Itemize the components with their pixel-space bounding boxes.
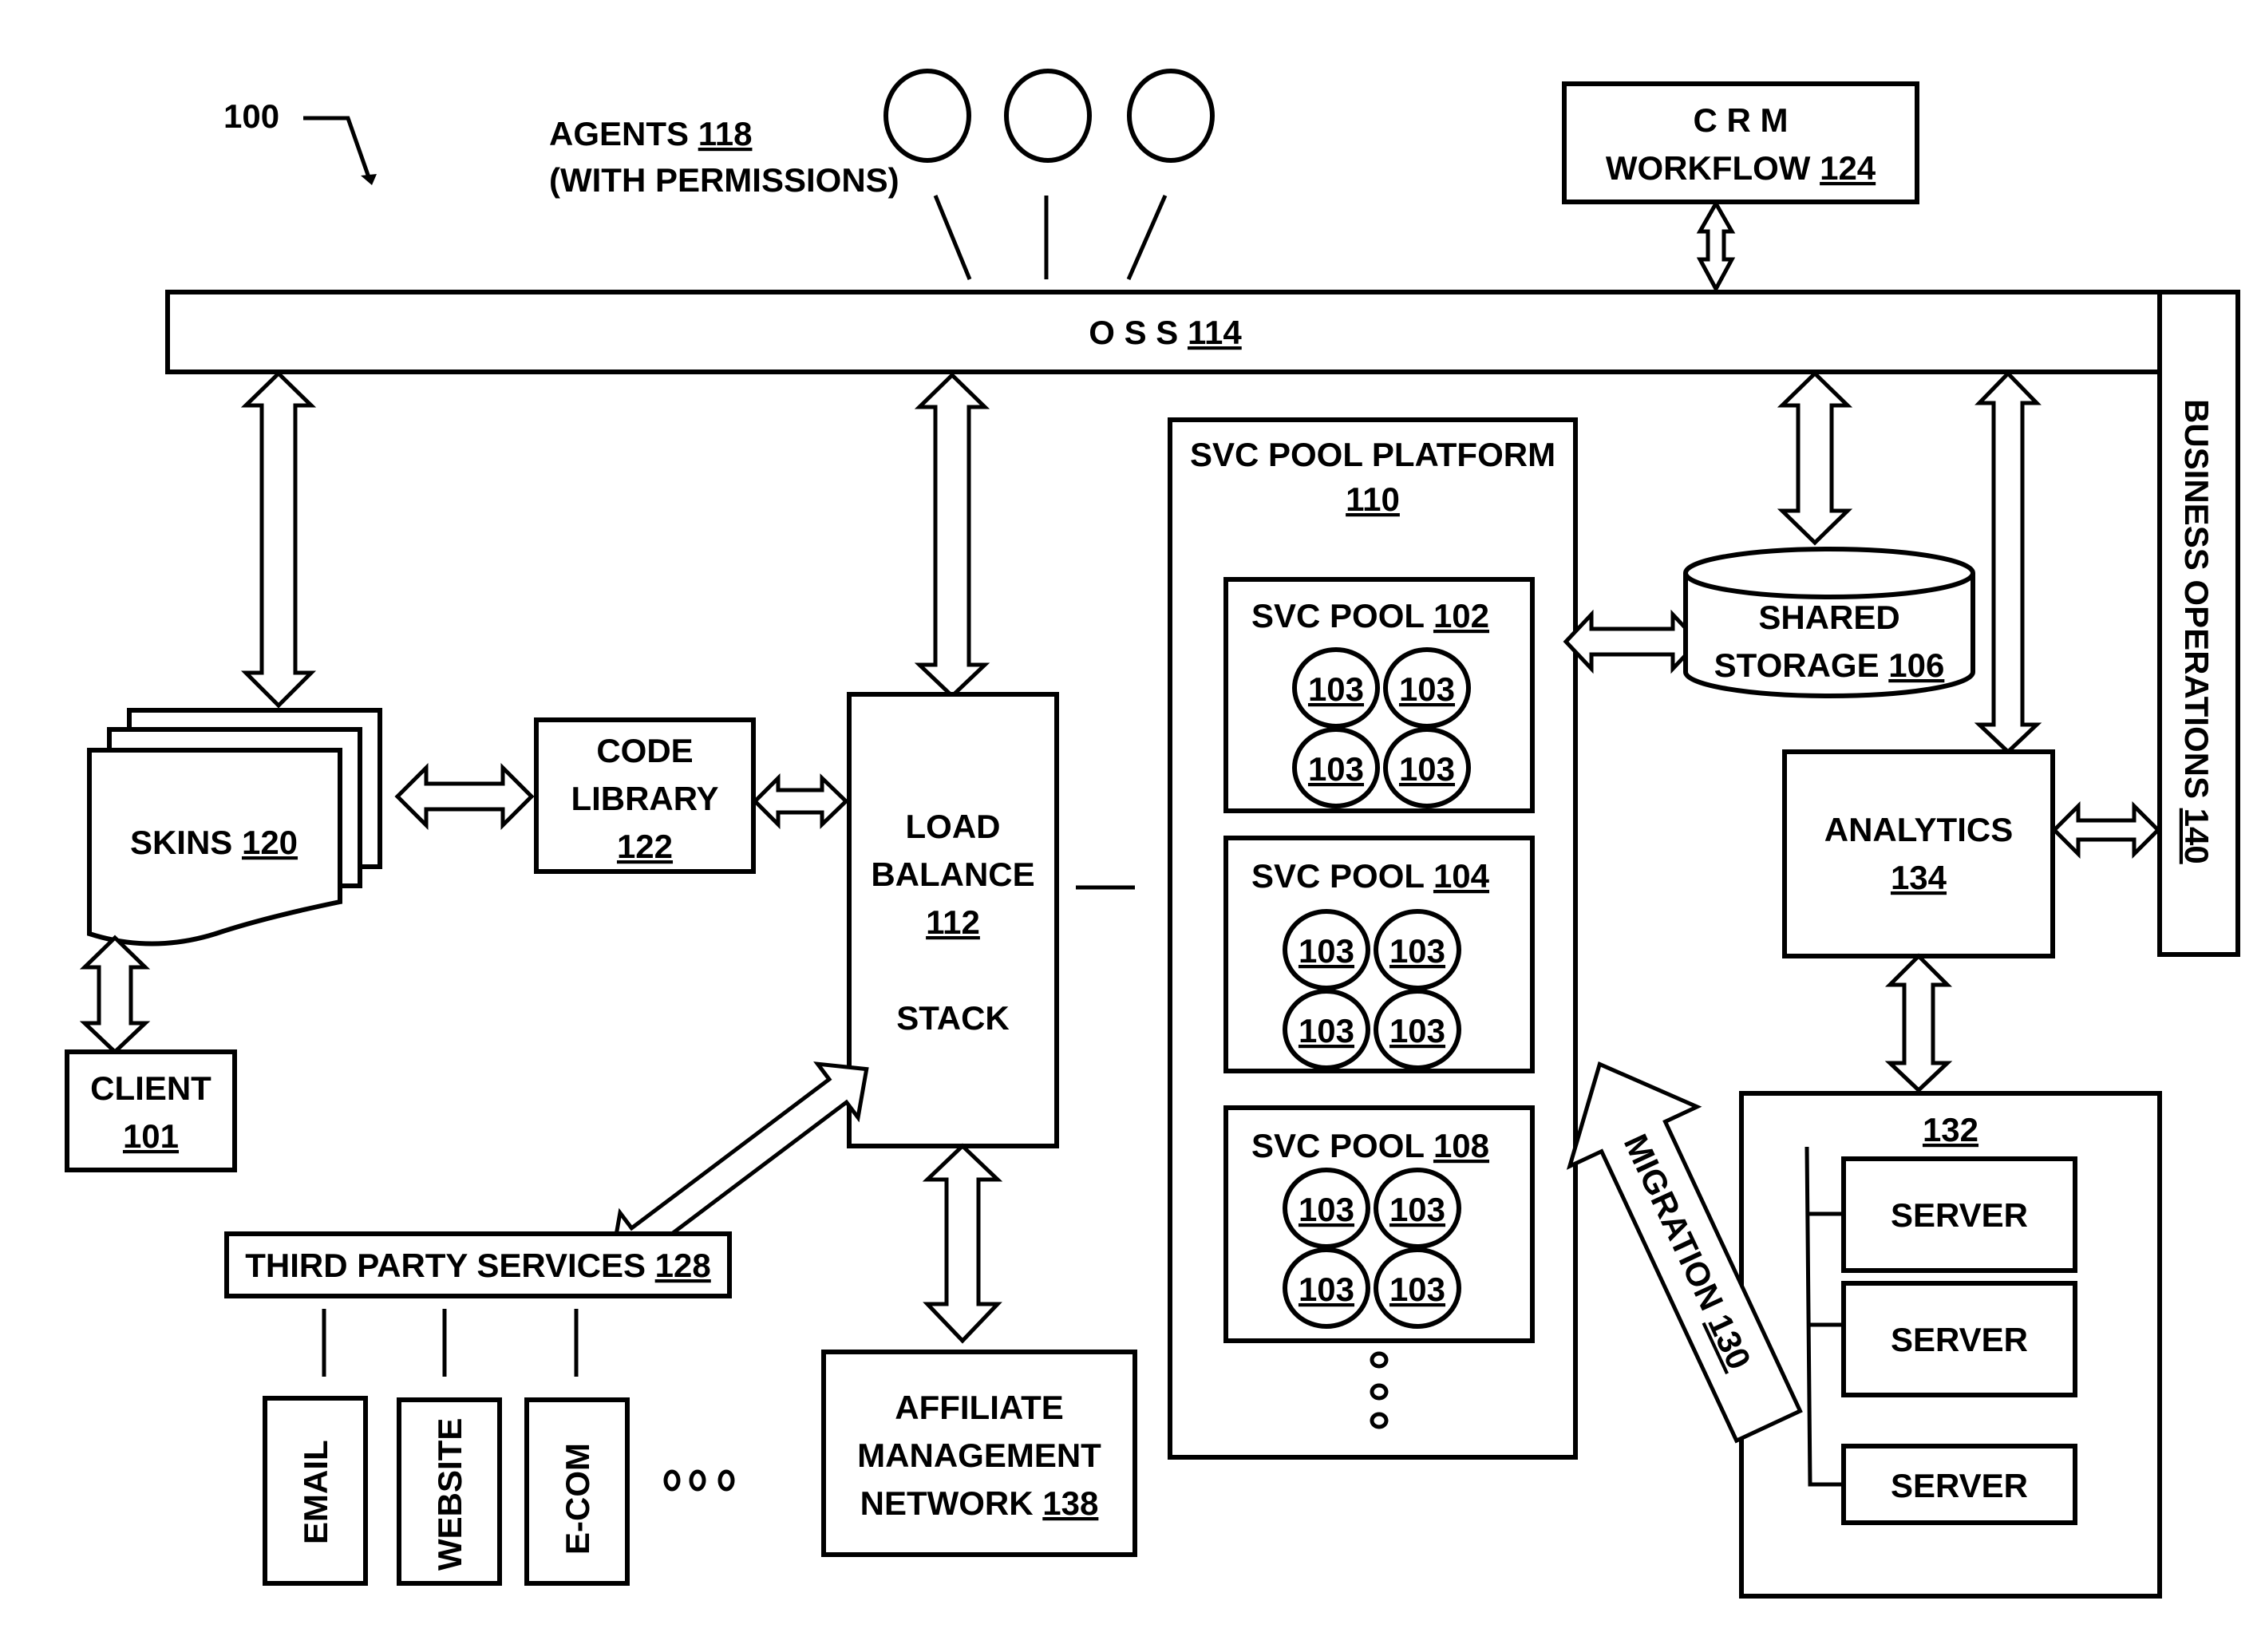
agents-sub: (WITH PERMISSIONS) [549, 161, 899, 199]
code-library-line2: LIBRARY [571, 780, 718, 817]
skins-label: SKINS 120 [130, 824, 298, 861]
affiliate-line2: MANAGEMENT [857, 1437, 1101, 1474]
code-library-num: 122 [617, 828, 673, 865]
analytics-label: ANALYTICS [1824, 811, 2013, 848]
skins-client-arrow [79, 935, 151, 1055]
figure-ref: 100 [223, 97, 279, 135]
pool-unit: 103 [1389, 1191, 1445, 1228]
pool-storage-arrow [1563, 609, 1702, 674]
pool-unit: 103 [1399, 750, 1455, 788]
svc-pool-104: SVC POOL 104 103 103 103 103 [1223, 836, 1535, 1073]
agent-circle [1127, 69, 1215, 163]
oss-loadbalance-arrow [914, 372, 990, 699]
load-balance-num: 112 [926, 903, 980, 941]
agent-connector [933, 195, 972, 280]
pool-label: SVC POOL 102 [1251, 597, 1489, 634]
svc-pool-102: SVC POOL 102 103 103 103 103 [1223, 577, 1535, 813]
third-party-label: THIRD PARTY SERVICES 128 [245, 1247, 711, 1284]
affiliate-line3: NETWORK 138 [860, 1484, 1099, 1522]
load-balance-line3: STACK [896, 999, 1010, 1037]
pool-label: SVC POOL 104 [1251, 857, 1490, 895]
pool-unit: 103 [1299, 1012, 1354, 1049]
system-diagram: 100 AGENTS 118 (WITH PERMISSIONS) C R M … [65, 69, 2240, 1599]
analytics-box [1782, 749, 2055, 958]
oss-skins-arrow [240, 370, 317, 709]
server-label: SERVER [1891, 1321, 2028, 1358]
agent-connector [1126, 194, 1168, 281]
pool-unit: 103 [1299, 1271, 1354, 1308]
pool-label: SVC POOL 108 [1251, 1127, 1489, 1164]
ref-arrow-line [303, 116, 371, 178]
load-balance-line2: BALANCE [871, 856, 1034, 893]
affiliate-line1: AFFILIATE [895, 1389, 1064, 1426]
load-balance-line1: LOAD [906, 808, 1001, 845]
storage-line1: SHARED [1758, 599, 1899, 636]
service-label-website: WEBSITE [431, 1418, 468, 1571]
agent-circle [883, 69, 971, 163]
server-label: SERVER [1891, 1467, 2028, 1504]
oss-storage-arrow [1777, 370, 1853, 546]
service-label-email: EMAIL [297, 1440, 334, 1544]
pool-unit: 103 [1399, 670, 1455, 708]
codelib-loadbalance-arrow [752, 773, 849, 830]
oss-label: O S S 114 [1089, 314, 1242, 351]
server-label: SERVER [1891, 1196, 2028, 1234]
pool-unit: 103 [1299, 1191, 1354, 1228]
oss-analytics-arrow [1974, 370, 2042, 755]
server-group-num: 132 [1923, 1111, 1978, 1148]
ref-arrow-head [361, 174, 377, 185]
analytics-business-arrow [2051, 800, 2161, 860]
svc-pool-108: SVC POOL 108 103 103 103 103 [1223, 1105, 1535, 1343]
crm-oss-arrow [1696, 199, 1736, 294]
code-library-line1: CODE [596, 732, 693, 769]
client-num: 101 [123, 1117, 179, 1155]
agents-label: AGENTS 118 [549, 115, 752, 152]
analytics-num: 134 [1891, 859, 1947, 896]
skins-codelib-arrow [394, 762, 535, 831]
pool-unit: 103 [1389, 1012, 1445, 1049]
pool-unit: 103 [1308, 670, 1364, 708]
client-label: CLIENT [90, 1069, 211, 1107]
loadbalance-affiliate-arrow [922, 1143, 1003, 1344]
storage-line2: STORAGE 106 [1714, 646, 1945, 684]
service-label-ecom: E-COM [559, 1443, 596, 1555]
analytics-servergroup-arrow [1884, 953, 1953, 1093]
pool-unit: 103 [1389, 932, 1445, 970]
agent-circle [1004, 69, 1092, 163]
pool-unit: 103 [1299, 932, 1354, 970]
pool-unit: 103 [1308, 750, 1364, 788]
pool-unit: 103 [1389, 1271, 1445, 1308]
crm-line2: WORKFLOW 124 [1606, 149, 1876, 187]
platform-label: SVC POOL PLATFORM [1190, 436, 1555, 473]
crm-line1: C R M [1694, 101, 1789, 139]
platform-num: 110 [1346, 480, 1400, 518]
business-operations-label: BUSINESS OPERATIONS 140 [2178, 399, 2216, 864]
more-services-ellipsis-icon [663, 1469, 735, 1492]
